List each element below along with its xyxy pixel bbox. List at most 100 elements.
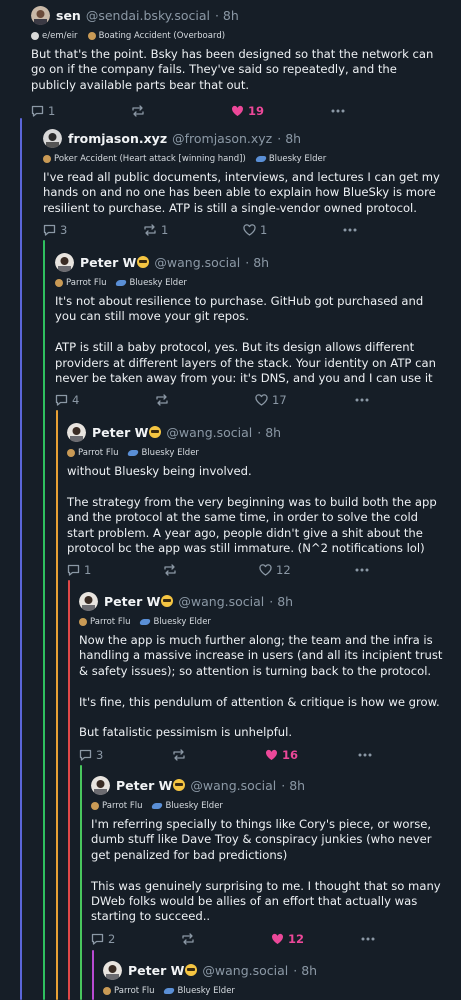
repost-button[interactable] — [181, 933, 271, 945]
dot-icon — [55, 279, 63, 287]
author-name[interactable]: Peter W — [104, 594, 160, 609]
repost-icon — [144, 224, 156, 236]
author-name[interactable]: Peter W — [80, 255, 136, 270]
post-peter-3[interactable]: Peter W @wang.social · 8h Parrot Flu Blu… — [79, 590, 461, 765]
reply-button[interactable]: 1 — [67, 563, 163, 577]
butterfly-icon — [164, 987, 174, 995]
badge[interactable]: Bluesky Elder — [164, 986, 234, 996]
butterfly-icon — [152, 802, 162, 810]
author-handle[interactable]: @sendai.bsky.social — [86, 8, 210, 23]
post-peter-4[interactable]: Peter W @wang.social · 8h Parrot Flu Blu… — [91, 774, 461, 949]
post-actions: 4 17 — [55, 390, 461, 410]
badge[interactable]: Bluesky Elder — [140, 617, 210, 627]
repost-button[interactable] — [172, 749, 265, 761]
like-button[interactable]: 19 — [231, 104, 331, 118]
badge[interactable]: Boating Accident (Overboard) — [87, 31, 225, 41]
badge[interactable]: Parrot Flu — [55, 278, 106, 288]
thread-line-6 — [92, 950, 94, 1000]
reply-button[interactable]: 4 — [55, 393, 155, 407]
post-sen[interactable]: sen @sendai.bsky.social · 8h e/em/eir Bo… — [31, 4, 461, 121]
author-handle[interactable]: @wang.social — [202, 963, 288, 978]
sunglasses-emoji-icon — [149, 426, 162, 438]
ellipsis-icon — [361, 937, 375, 941]
badge[interactable]: Bluesky Elder — [152, 801, 222, 811]
badge[interactable]: Bluesky Elder — [116, 278, 186, 288]
butterfly-icon — [256, 155, 266, 163]
sunglasses-emoji-icon — [137, 256, 150, 268]
author-name[interactable]: Peter W — [92, 425, 148, 440]
post-peter-2[interactable]: Peter W @wang.social · 8h Parrot Flu Blu… — [67, 421, 461, 580]
post-time[interactable]: · 8h — [281, 778, 305, 793]
post-time[interactable]: · 8h — [269, 594, 293, 609]
badge[interactable]: Poker Accident (Heart attack [winning ha… — [43, 154, 246, 164]
badge[interactable]: Parrot Flu — [103, 986, 154, 996]
repost-icon — [156, 394, 168, 407]
avatar[interactable] — [55, 252, 74, 272]
author-handle[interactable]: @wang.social — [190, 778, 276, 793]
reply-button[interactable]: 3 — [43, 223, 143, 237]
author-handle[interactable]: @fromjason.xyz — [172, 131, 272, 146]
thread-line-1 — [20, 118, 22, 1000]
like-button[interactable]: 1 — [243, 223, 343, 237]
avatar[interactable] — [103, 960, 122, 980]
avatar[interactable] — [31, 5, 50, 25]
more-button[interactable] — [355, 568, 369, 572]
avatar[interactable] — [91, 775, 110, 795]
more-button[interactable] — [361, 937, 375, 941]
author-handle[interactable]: @wang.social — [178, 594, 264, 609]
like-button[interactable]: 12 — [259, 563, 355, 577]
more-button[interactable] — [343, 228, 357, 232]
more-button[interactable] — [331, 109, 345, 113]
repost-button[interactable] — [131, 105, 231, 117]
more-button[interactable] — [355, 398, 369, 402]
heart-icon — [231, 106, 244, 117]
badge-label: Parrot Flu — [90, 617, 131, 627]
like-button[interactable]: 16 — [265, 748, 358, 762]
repost-button[interactable] — [155, 394, 255, 407]
reply-button[interactable]: 3 — [79, 748, 172, 762]
author-handle[interactable]: @wang.social — [166, 425, 252, 440]
post-time[interactable]: · 8h — [293, 963, 317, 978]
badge[interactable]: Parrot Flu — [91, 801, 142, 811]
post-time[interactable]: · 8h — [277, 131, 301, 146]
badge[interactable]: Bluesky Elder — [128, 448, 198, 458]
author-handle[interactable]: @wang.social — [154, 255, 240, 270]
post-text: But that's the point. Bsky has been desi… — [31, 47, 437, 92]
avatar[interactable] — [67, 422, 86, 442]
avatar[interactable] — [43, 128, 62, 148]
sunglasses-emoji-icon — [173, 779, 186, 791]
badge[interactable]: Bluesky Elder — [256, 154, 326, 164]
ellipsis-icon — [358, 753, 372, 757]
reply-icon — [91, 933, 104, 945]
post-time[interactable]: · 8h — [245, 255, 269, 270]
avatar[interactable] — [79, 591, 98, 611]
badge[interactable]: Parrot Flu — [67, 448, 118, 458]
author-name[interactable]: sen — [56, 8, 81, 23]
author-name[interactable]: Peter W — [128, 963, 184, 978]
more-button[interactable] — [358, 753, 372, 757]
reply-button[interactable]: 1 — [31, 104, 131, 118]
heart-icon — [259, 564, 272, 577]
dot-icon — [103, 987, 111, 995]
badge-row: Poker Accident (Heart attack [winning ha… — [43, 151, 461, 167]
repost-button[interactable]: 1 — [143, 223, 243, 237]
butterfly-icon — [116, 279, 126, 287]
like-button[interactable]: 17 — [255, 393, 355, 407]
post-actions: 3 1 1 — [43, 220, 461, 240]
author-name[interactable]: fromjason.xyz — [68, 131, 167, 146]
repost-icon — [182, 933, 194, 945]
post-fromjason[interactable]: fromjason.xyz @fromjason.xyz · 8h Poker … — [43, 127, 461, 240]
badge[interactable]: e/em/eir — [31, 31, 78, 41]
badge-label: Bluesky Elder — [153, 617, 211, 627]
like-button[interactable]: 12 — [271, 932, 361, 946]
reply-button[interactable]: 2 — [91, 932, 181, 946]
post-time[interactable]: · 8h — [257, 425, 281, 440]
post-peter-5[interactable]: Peter W @wang.social · 8h Parrot Flu Blu… — [103, 959, 461, 999]
post-peter-1[interactable]: Peter W @wang.social · 8h Parrot Flu Blu… — [55, 251, 461, 410]
dot-icon — [67, 449, 75, 457]
badge[interactable]: Parrot Flu — [79, 617, 130, 627]
post-time[interactable]: · 8h — [215, 8, 239, 23]
heart-icon — [243, 224, 256, 236]
author-name[interactable]: Peter W — [116, 778, 172, 793]
repost-button[interactable] — [163, 564, 259, 577]
